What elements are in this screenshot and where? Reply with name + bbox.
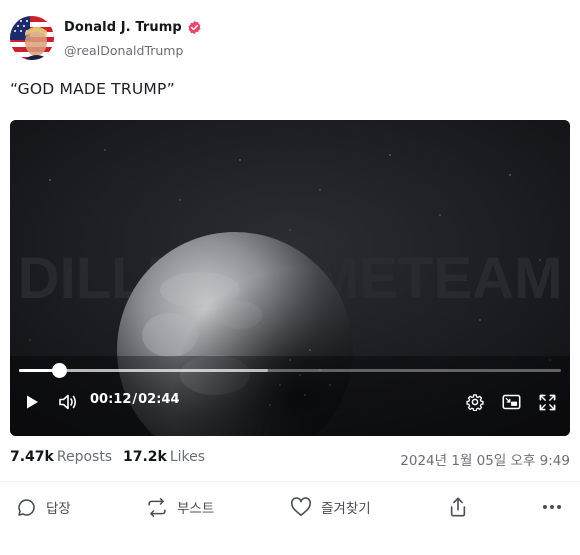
likes-label: Likes bbox=[169, 449, 206, 465]
volume-icon bbox=[59, 394, 77, 410]
fullscreen-icon bbox=[539, 394, 555, 410]
play-icon bbox=[27, 395, 38, 409]
reposts-count: 7.47k bbox=[10, 449, 54, 465]
picture-in-picture-button[interactable] bbox=[499, 390, 523, 414]
reply-button[interactable]: 답장 bbox=[16, 492, 71, 522]
gear-icon bbox=[466, 394, 484, 411]
reply-label: 답장 bbox=[46, 501, 71, 517]
reposts-stat[interactable]: 7.47k Reposts bbox=[10, 449, 112, 465]
settings-button[interactable] bbox=[463, 390, 487, 414]
avatar[interactable] bbox=[10, 16, 54, 60]
play-button[interactable] bbox=[20, 390, 44, 414]
repost-label: 부스트 bbox=[177, 501, 215, 517]
post-stats: 7.47k Reposts 17.2k Likes 2024년 1월 05일 오후 … bbox=[10, 449, 570, 469]
repost-icon bbox=[148, 497, 166, 517]
favorite-label: 즐겨찾기 bbox=[321, 501, 371, 517]
post-timestamp[interactable]: 2024년 1월 05일 오후 9:49 bbox=[400, 449, 570, 469]
progress-thumb[interactable] bbox=[51, 363, 67, 378]
post-text: “GOD MADE TRUMP” bbox=[10, 80, 176, 98]
author-name-row: Donald J. Trump bbox=[64, 20, 202, 35]
video-time: 00:12 / 02:44 bbox=[90, 392, 180, 407]
share-icon bbox=[450, 497, 466, 517]
share-button[interactable] bbox=[448, 492, 468, 522]
time-separator: / bbox=[132, 392, 138, 407]
progress-bar[interactable] bbox=[19, 363, 561, 378]
heart-icon bbox=[290, 497, 312, 516]
post-header: Donald J. Trump @realDonaldTrump bbox=[10, 16, 570, 62]
author-name[interactable]: Donald J. Trump bbox=[64, 20, 182, 35]
video-player[interactable]: DILLEYMEMETEAM bbox=[10, 120, 570, 436]
more-icon bbox=[543, 505, 561, 509]
author-handle[interactable]: @realDonaldTrump bbox=[64, 43, 183, 58]
reposts-label: Reposts bbox=[56, 449, 113, 465]
repost-button[interactable]: 부스트 bbox=[146, 492, 214, 522]
more-options-button[interactable] bbox=[542, 492, 562, 522]
likes-stat[interactable]: 17.2k Likes bbox=[123, 449, 205, 465]
comment-icon bbox=[18, 498, 35, 516]
current-time: 00:12 bbox=[90, 392, 132, 407]
duration: 02:44 bbox=[138, 392, 180, 407]
action-bar: 답장 부스트 즐겨찾기 bbox=[10, 492, 570, 522]
video-controls: 00:12 / 02:44 bbox=[10, 356, 570, 436]
fullscreen-button[interactable] bbox=[535, 390, 559, 414]
divider bbox=[0, 481, 580, 482]
likes-count: 17.2k bbox=[123, 449, 167, 465]
favorite-button[interactable]: 즐겨찾기 bbox=[290, 492, 371, 522]
volume-button[interactable] bbox=[56, 390, 80, 414]
verified-badge-icon bbox=[187, 20, 202, 35]
picture-in-picture-icon bbox=[502, 394, 520, 410]
